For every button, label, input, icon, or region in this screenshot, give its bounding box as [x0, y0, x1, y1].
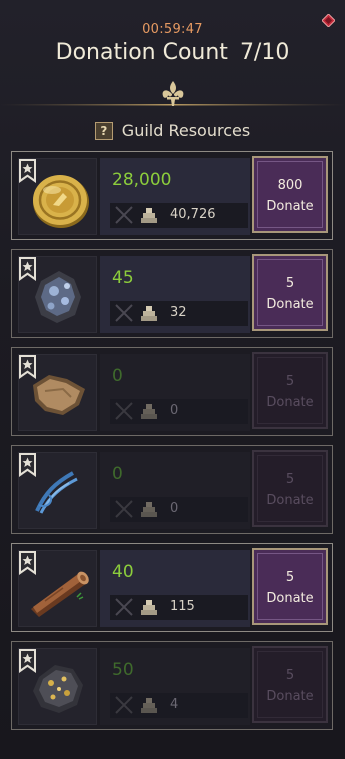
stock-value: 40,726: [170, 207, 216, 222]
guild-resources-header: ? Guild Resources: [0, 121, 345, 140]
fleur-de-lis-icon: [162, 81, 184, 106]
cross-ornament-icon: [115, 696, 133, 714]
donation-count: 7/10: [239, 40, 290, 65]
stock-value: 0: [170, 501, 179, 516]
resource-row-thread: 0 0 5 Donate: [11, 445, 333, 534]
resource-row-wood: 40 115 5 Donate: [11, 543, 333, 632]
diamond-gem-icon[interactable]: [322, 14, 335, 27]
resource-info: 40 115: [100, 550, 250, 627]
stock-value: 115: [170, 599, 195, 614]
cross-ornament-icon: [115, 598, 133, 616]
title-text: Donation Count: [55, 40, 228, 65]
button-frame: [257, 259, 323, 326]
resource-info: 45 32: [100, 256, 250, 333]
resource-row-leather: 0 0 5 Donate: [11, 347, 333, 436]
button-frame: [257, 357, 323, 424]
bookmark-star-icon[interactable]: [19, 159, 36, 183]
donate-gold-button[interactable]: 800 Donate: [252, 156, 328, 233]
donate-cost: 5: [285, 374, 295, 389]
donate-cost: 5: [285, 570, 295, 585]
resource-info: 0 0: [100, 452, 250, 529]
donation-panel: 00:59:47 Donation Count 7/10 ? Guild Reso…: [0, 0, 345, 759]
button-frame: [257, 455, 323, 522]
donate-label: Donate: [266, 297, 314, 312]
button-frame: [257, 651, 323, 718]
resource-row-gold-ore: 50 4 5 Donate: [11, 641, 333, 730]
guild-stock: 4: [110, 693, 248, 718]
donate-wood-button[interactable]: 5 Donate: [252, 548, 328, 625]
donate-cost: 5: [285, 276, 295, 291]
cross-ornament-icon: [115, 500, 133, 518]
donation-amount: 45: [112, 268, 134, 288]
resource-row-gold: 28,000 40,726 800 Donate: [11, 151, 333, 240]
bookmark-star-icon[interactable]: [19, 355, 36, 379]
donate-gold-ore-button[interactable]: 5 Donate: [252, 646, 328, 723]
resource-thumbnail: [18, 550, 97, 627]
donation-amount: 50: [112, 660, 134, 680]
resource-info: 0 0: [100, 354, 250, 431]
guild-stock: 0: [110, 497, 248, 522]
question-mark-icon[interactable]: ?: [94, 121, 113, 140]
donation-amount: 40: [112, 562, 134, 582]
guild-stock: 115: [110, 595, 248, 620]
donate-label: Donate: [266, 395, 314, 410]
donation-amount: 0: [112, 464, 123, 484]
ingot-stack-icon: [141, 208, 157, 223]
ingot-stack-icon: [141, 306, 157, 321]
donate-ore-button[interactable]: 5 Donate: [252, 254, 328, 331]
resource-row-ore: 45 32 5 Donate: [11, 249, 333, 338]
cross-ornament-icon: [115, 206, 133, 224]
bookmark-star-icon[interactable]: [19, 649, 36, 673]
cross-ornament-icon: [115, 304, 133, 322]
resource-thumbnail: [18, 256, 97, 333]
page-title: Donation Count 7/10: [0, 40, 345, 65]
button-frame: [257, 161, 323, 228]
guild-stock: 32: [110, 301, 248, 326]
cross-ornament-icon: [115, 402, 133, 420]
ingot-stack-icon: [141, 502, 157, 517]
stock-value: 4: [170, 697, 179, 712]
bookmark-star-icon[interactable]: [19, 257, 36, 281]
ingot-stack-icon: [141, 404, 157, 419]
donate-label: Donate: [266, 493, 314, 508]
button-frame: [257, 553, 323, 620]
donate-label: Donate: [266, 689, 314, 704]
resource-thumbnail: [18, 452, 97, 529]
bookmark-star-icon[interactable]: [19, 453, 36, 477]
guild-stock: 40,726: [110, 203, 248, 228]
donate-cost: 5: [285, 668, 295, 683]
donate-cost: 800: [277, 178, 303, 193]
ingot-stack-icon: [141, 600, 157, 615]
countdown-timer: 00:59:47: [142, 22, 203, 37]
resource-thumbnail: [18, 354, 97, 431]
resource-thumbnail: [18, 158, 97, 235]
section-title: Guild Resources: [121, 121, 251, 140]
donate-cost: 5: [285, 472, 295, 487]
bookmark-star-icon[interactable]: [19, 551, 36, 575]
donate-leather-button[interactable]: 5 Donate: [252, 352, 328, 429]
donate-label: Donate: [266, 199, 314, 214]
donate-label: Donate: [266, 591, 314, 606]
resource-thumbnail: [18, 648, 97, 725]
stock-value: 32: [170, 305, 187, 320]
donation-amount: 0: [112, 366, 123, 386]
resource-info: 28,000 40,726: [100, 158, 250, 235]
donation-amount: 28,000: [112, 170, 172, 190]
resource-info: 50 4: [100, 648, 250, 725]
guild-stock: 0: [110, 399, 248, 424]
ingot-stack-icon: [141, 698, 157, 713]
donate-thread-button[interactable]: 5 Donate: [252, 450, 328, 527]
stock-value: 0: [170, 403, 179, 418]
